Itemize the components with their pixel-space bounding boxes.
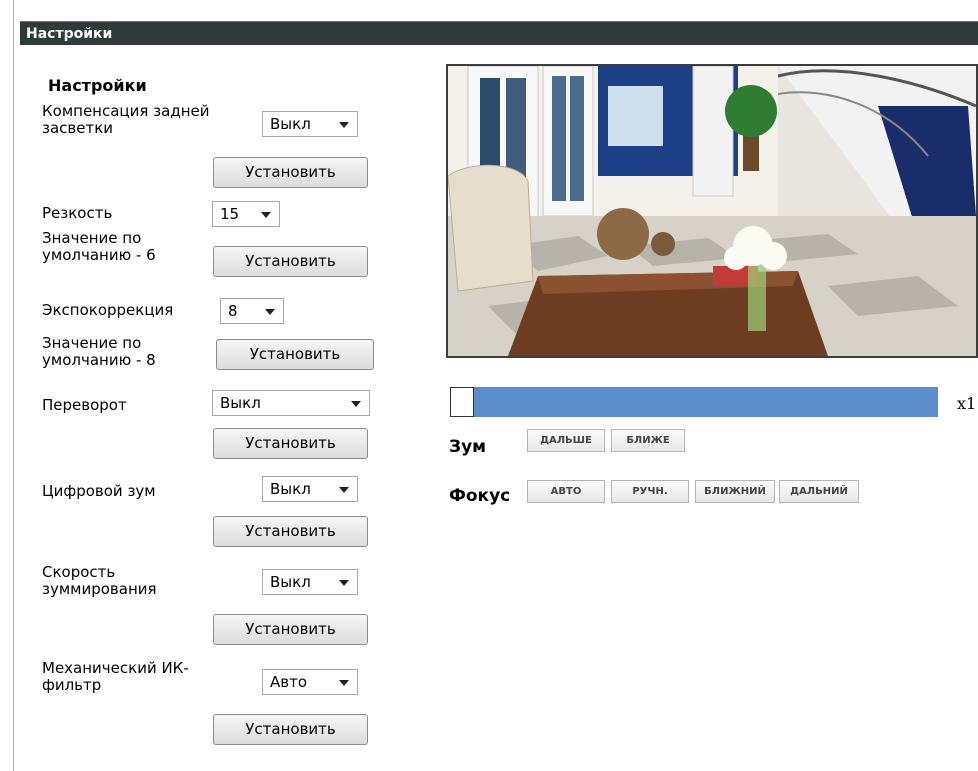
settings-panel: Настройки Компенсация задней засветки Вы… xyxy=(42,0,382,771)
zoom-far-button[interactable]: ДАЛЬШЕ xyxy=(527,429,605,452)
chevron-down-icon xyxy=(339,487,349,493)
focus-manual-button[interactable]: РУЧН. xyxy=(611,480,689,503)
focus-label: Фокус xyxy=(449,486,511,506)
zoom-level-readout: x1 xyxy=(957,394,977,413)
exposure-default-note: Значение по умолчанию - 8 xyxy=(42,334,156,369)
backlight-select[interactable]: Выкл xyxy=(262,111,358,137)
focus-near-button[interactable]: БЛИЖНИЙ xyxy=(695,480,775,503)
exposure-value: 8 xyxy=(228,302,238,320)
sharpness-default-note: Значение по умолчанию - 6 xyxy=(42,229,156,264)
zoom-speed-set-button[interactable]: Установить xyxy=(213,614,368,645)
ir-filter-label: Механический ИК-фильтр xyxy=(42,659,189,694)
exposure-select[interactable]: 8 xyxy=(220,298,284,324)
zoom-slider-track[interactable] xyxy=(450,387,938,417)
flip-set-button[interactable]: Установить xyxy=(213,428,368,459)
sharpness-set-button[interactable]: Установить xyxy=(213,246,368,277)
flip-select[interactable]: Выкл xyxy=(212,390,370,416)
sharpness-label: Резкость xyxy=(42,204,113,222)
chevron-down-icon xyxy=(351,401,361,407)
settings-heading: Настройки xyxy=(48,76,147,95)
frame-border xyxy=(13,0,14,771)
backlight-set-button[interactable]: Установить xyxy=(213,157,368,188)
exposure-set-button[interactable]: Установить xyxy=(216,339,374,370)
flip-value: Выкл xyxy=(220,394,261,412)
zoom-speed-value: Выкл xyxy=(270,573,311,591)
chevron-down-icon xyxy=(339,122,349,128)
backlight-label: Компенсация задней засветки xyxy=(42,102,210,137)
zoom-speed-label: Скорость зуммирования xyxy=(42,563,157,598)
flip-label: Переворот xyxy=(42,396,127,414)
ir-filter-value: Авто xyxy=(270,673,308,691)
digital-zoom-value: Выкл xyxy=(270,480,311,498)
focus-far-button[interactable]: ДАЛЬНИЙ xyxy=(779,480,859,503)
exposure-label: Экспокоррекция xyxy=(42,301,174,319)
sharpness-select[interactable]: 15 xyxy=(212,201,280,227)
live-video-view xyxy=(446,64,978,358)
chevron-down-icon xyxy=(261,212,271,218)
ir-filter-select[interactable]: Авто xyxy=(262,669,358,695)
digital-zoom-set-button[interactable]: Установить xyxy=(213,516,368,547)
digital-zoom-select[interactable]: Выкл xyxy=(262,476,358,502)
chevron-down-icon xyxy=(339,680,349,686)
digital-zoom-label: Цифровой зум xyxy=(42,482,156,500)
zoom-slider-handle[interactable] xyxy=(450,387,474,417)
camera-image xyxy=(448,66,976,356)
sharpness-value: 15 xyxy=(220,205,240,223)
ir-filter-set-button[interactable]: Установить xyxy=(213,714,368,745)
zoom-speed-select[interactable]: Выкл xyxy=(262,569,358,595)
zoom-near-button[interactable]: БЛИЖЕ xyxy=(611,429,685,452)
chevron-down-icon xyxy=(339,580,349,586)
zoom-label: Зум xyxy=(449,437,487,457)
chevron-down-icon xyxy=(265,309,275,315)
backlight-value: Выкл xyxy=(270,115,311,133)
focus-auto-button[interactable]: АВТО xyxy=(527,480,605,503)
